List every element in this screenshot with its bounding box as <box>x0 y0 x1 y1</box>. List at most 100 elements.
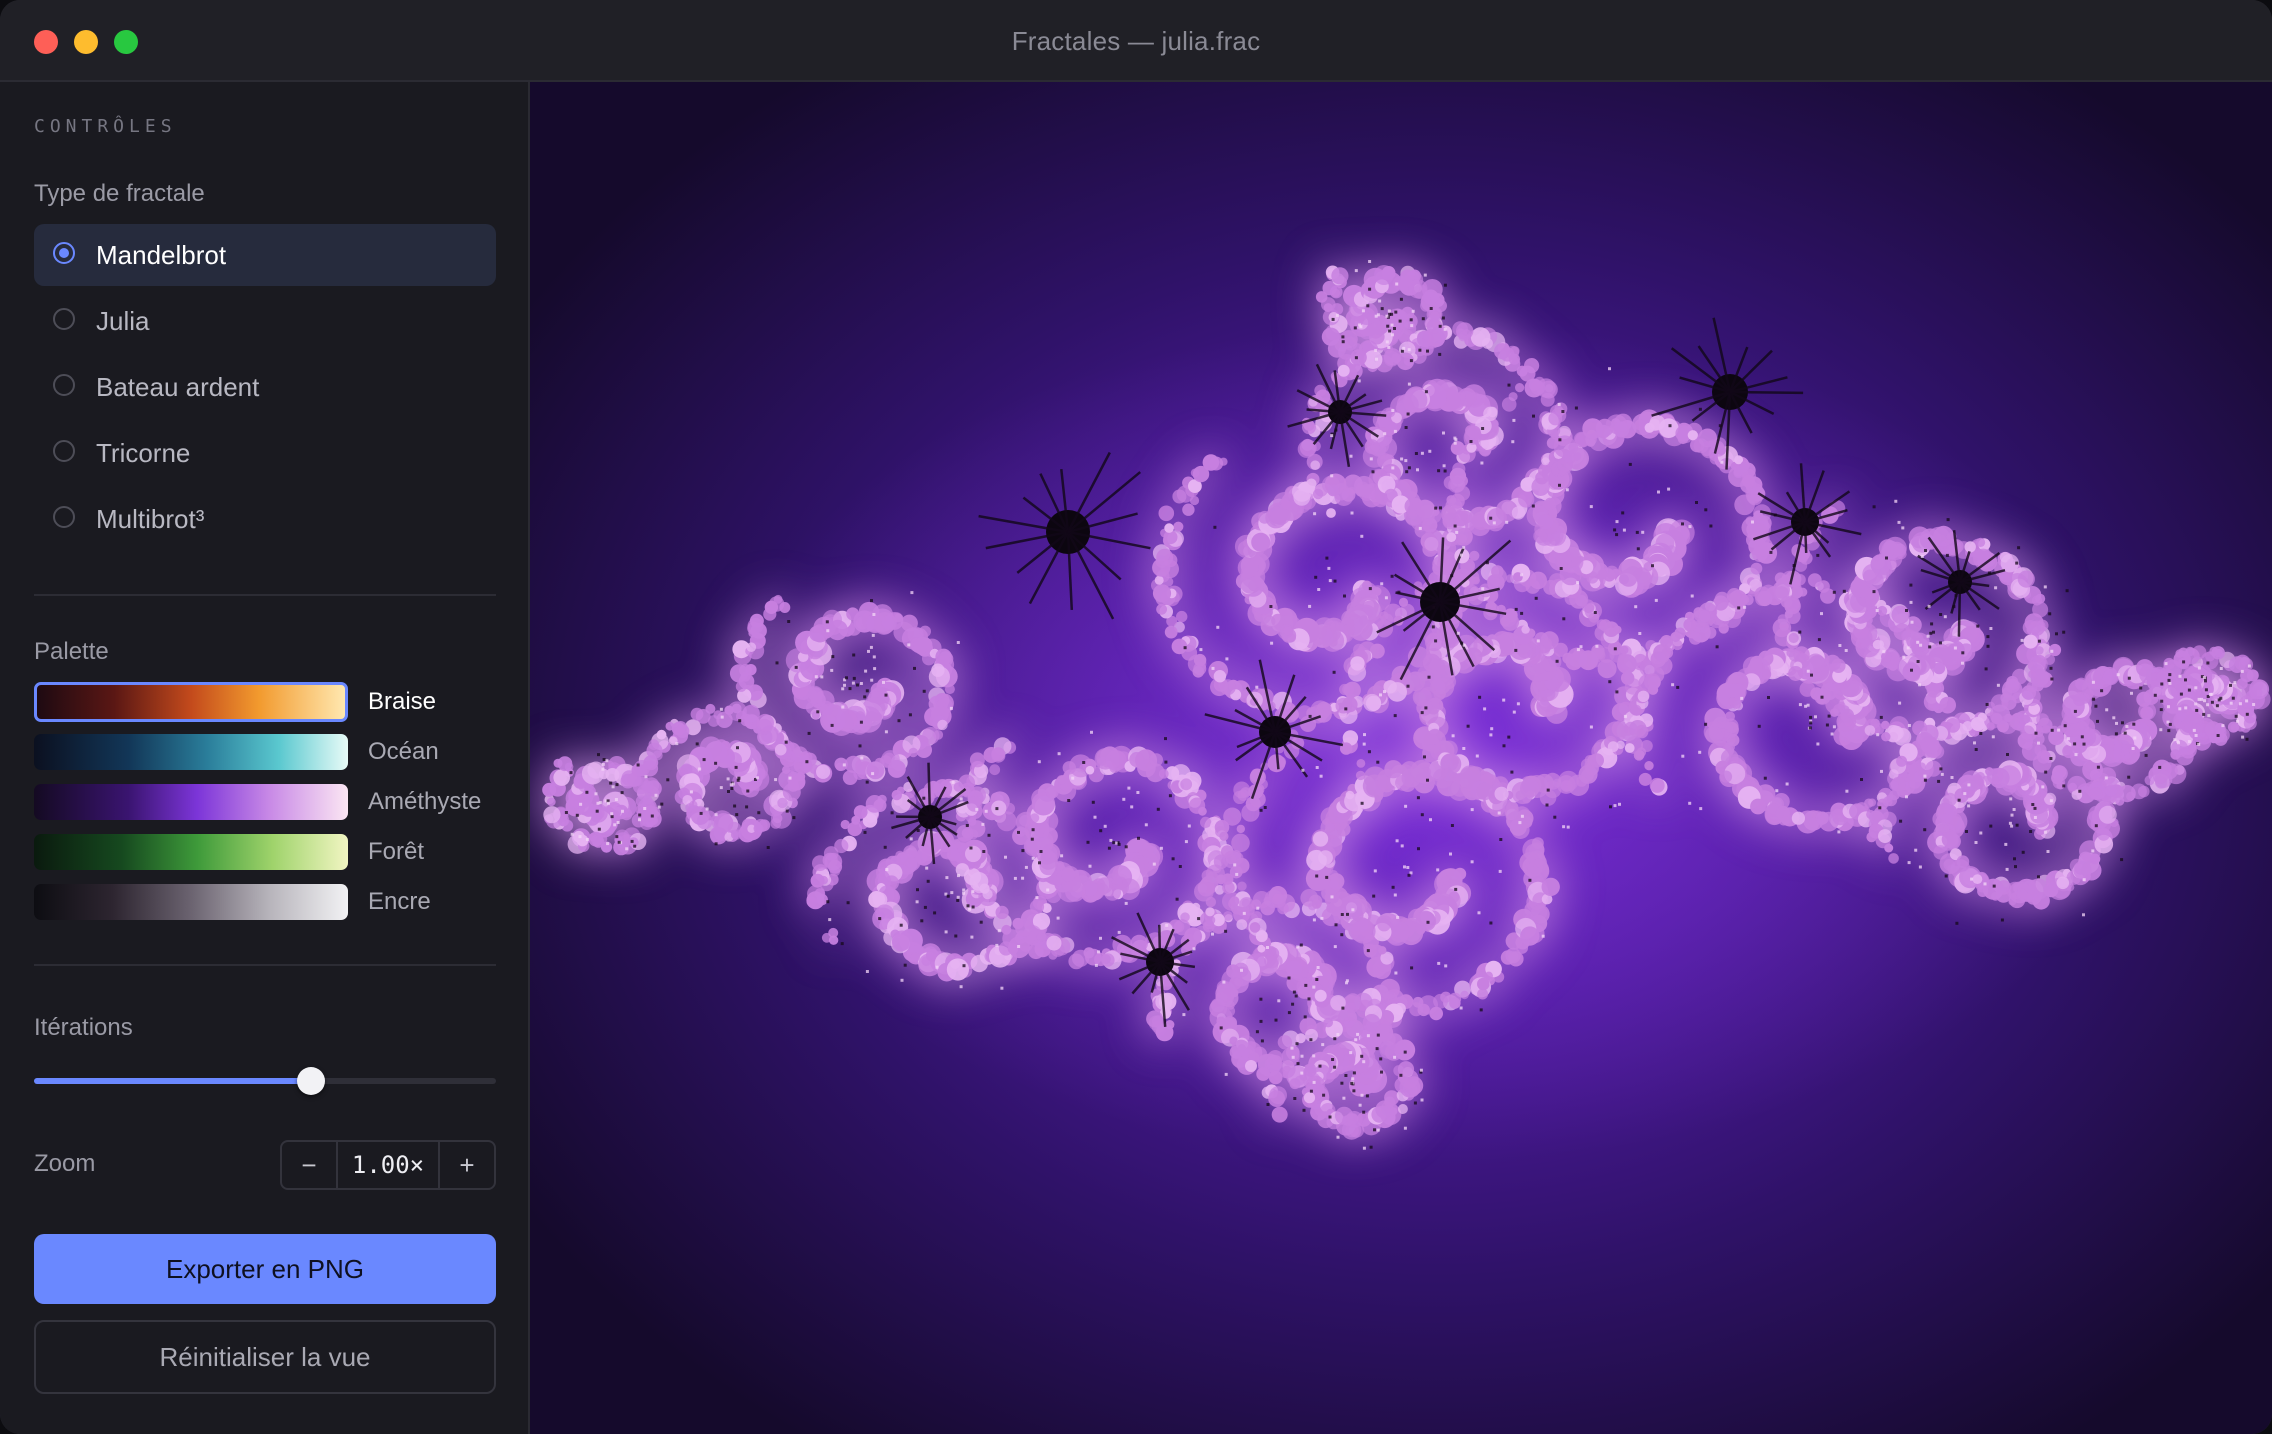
fractal-blob <box>1791 579 1801 589</box>
fractal-speckle <box>702 758 706 762</box>
fractal-blob <box>1750 562 1763 575</box>
fractal-blob <box>696 813 713 830</box>
fractal-blob <box>965 845 982 863</box>
fractal-blob <box>592 836 605 848</box>
fractal-speckle <box>856 683 859 687</box>
fractal-speckle <box>1608 680 1612 684</box>
fractal-speckle <box>1816 553 1820 557</box>
fractal-blob <box>1540 392 1555 407</box>
fractal-blob <box>847 821 863 837</box>
zoom-value[interactable]: 1.00× <box>338 1142 438 1188</box>
export-png-button[interactable]: Exporter en PNG <box>34 1234 496 1304</box>
fractal-blob <box>641 760 659 777</box>
fractal-blob <box>1012 917 1024 930</box>
fractal-blob <box>1233 781 1251 799</box>
fractal-canvas[interactable] <box>530 82 2272 1434</box>
fractal-blob <box>989 764 1001 776</box>
fractal-speckle <box>840 942 844 946</box>
palette-amethyste[interactable]: Améthyste <box>34 784 496 824</box>
fractal-speckle <box>872 613 876 616</box>
radio-multibrot[interactable]: Multibrot³ <box>34 488 496 550</box>
fractal-speckle <box>962 888 966 892</box>
fractal-blob <box>2035 593 2046 604</box>
fractal-speckle <box>1880 769 1883 773</box>
radio-bateau-ardent[interactable]: Bateau ardent <box>34 356 496 418</box>
fractal-blob <box>1972 874 1983 884</box>
radio-mandelbrot[interactable]: Mandelbrot <box>34 224 496 286</box>
fractal-blob <box>1788 666 1804 681</box>
fractal-speckle <box>1400 457 1404 461</box>
fractal-speckle <box>1390 574 1394 578</box>
fractal-speckle <box>2158 765 2162 769</box>
fractal-speckle <box>995 943 999 947</box>
fractal-blob <box>1544 497 1556 508</box>
fractal-speckle <box>1740 696 1744 700</box>
fractal-blob <box>1925 760 1942 777</box>
divider <box>34 964 496 966</box>
fractal-blob <box>1791 811 1805 825</box>
iterations-slider-thumb[interactable] <box>297 1067 326 1095</box>
fractal-speckle <box>1410 324 1414 328</box>
fractal-blob <box>1698 610 1711 623</box>
palette-foret[interactable]: Forêt <box>34 834 496 874</box>
fractal-blob <box>1964 541 1976 553</box>
fractal-blob <box>1917 762 1927 772</box>
zoom-in-button[interactable]: + <box>438 1142 494 1188</box>
radio-tricorne[interactable]: Tricorne <box>34 422 496 484</box>
fractal-blob <box>1351 919 1376 944</box>
fractal-speckle <box>951 780 955 784</box>
fractal-blob <box>1798 587 1808 597</box>
app-window: Fractales — julia.frac CONTRÔLES Type de… <box>0 0 2272 1434</box>
fractal-speckle <box>1872 505 1876 509</box>
fractal-blob <box>1173 521 1184 532</box>
fractal-blob <box>1589 753 1605 768</box>
fractal-speckle <box>1531 504 1535 508</box>
fractal-filament <box>927 762 932 818</box>
fractal-blob <box>1433 993 1448 1009</box>
fractal-blob <box>1028 943 1044 960</box>
palette-encre[interactable]: Encre <box>34 884 496 924</box>
fractal-blob <box>1544 384 1554 393</box>
fractal-speckle <box>2005 867 2009 871</box>
reset-view-button[interactable]: Réinitialiser la vue <box>34 1320 496 1394</box>
fractal-speckle <box>1477 911 1481 915</box>
fractal-blob <box>1387 682 1407 702</box>
fractal-blob <box>1634 419 1646 431</box>
fractal-blob <box>546 797 556 807</box>
radio-label: Mandelbrot <box>96 240 227 270</box>
fractal-speckle <box>1037 760 1041 764</box>
zoom-label: Zoom <box>34 1150 96 1177</box>
fractal-speckle <box>1923 778 1927 782</box>
fractal-speckle <box>1352 1071 1356 1075</box>
radio-julia[interactable]: Julia <box>34 290 496 352</box>
fractal-speckle <box>1363 733 1366 737</box>
fractal-blob <box>969 752 985 768</box>
fractal-blob <box>1742 474 1755 488</box>
fractal-blob <box>1154 575 1164 585</box>
fractal-filament <box>1729 390 1804 395</box>
fractal-speckle <box>845 676 848 680</box>
fractal-blob <box>1205 896 1217 908</box>
fractal-speckle <box>883 845 887 849</box>
fractal-blob <box>1985 767 1994 776</box>
palette-ocean[interactable]: Océan <box>34 734 496 774</box>
radio-indicator <box>53 242 75 264</box>
fractal-speckle <box>1405 470 1409 474</box>
fractal-blob <box>1460 990 1469 1000</box>
fractal-blob <box>1230 850 1242 861</box>
fractal-blob <box>1068 953 1085 970</box>
fractal-blob <box>1613 625 1622 634</box>
fractal-speckle <box>1641 530 1645 534</box>
fractal-blob <box>1515 383 1525 393</box>
fractal-speckle <box>1031 828 1035 832</box>
fractal-speckle <box>1336 1033 1340 1036</box>
palette-braise[interactable]: Braise <box>34 682 496 724</box>
zoom-out-button[interactable]: − <box>282 1142 338 1188</box>
fractal-speckle <box>1388 329 1392 333</box>
iterations-slider[interactable] <box>34 1067 496 1095</box>
fractal-blob <box>2032 654 2047 669</box>
fractal-blob <box>1534 632 1549 646</box>
fractal-blob <box>1786 648 1795 658</box>
fractal-blob <box>1520 778 1540 798</box>
fractal-blob <box>1889 780 1899 791</box>
